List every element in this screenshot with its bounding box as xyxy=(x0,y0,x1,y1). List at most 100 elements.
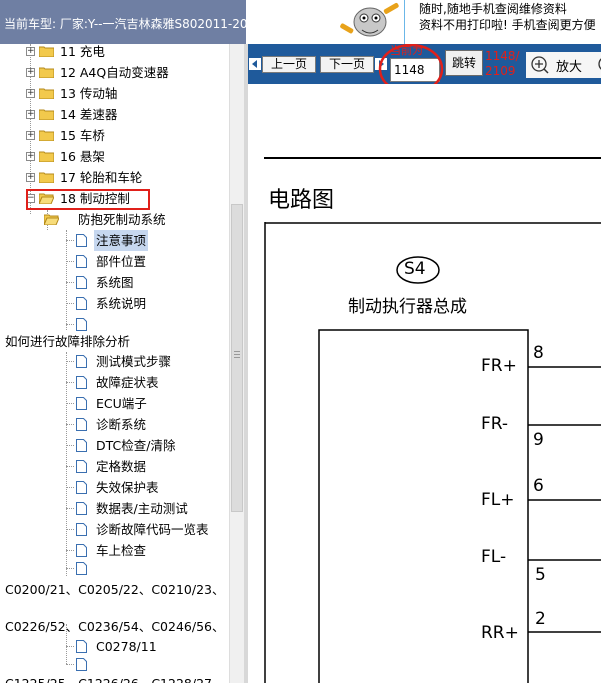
expand-icon[interactable]: + xyxy=(26,131,35,140)
tree-chapter-label: 13 传动轴 xyxy=(60,86,118,101)
pin-number: 2 xyxy=(535,609,546,629)
car-model-info: 当前车型: 厂家:Y--一汽吉林森雅S802011-2014 xyxy=(0,0,246,44)
tree-dtc-group[interactable]: C0226/52、C0236/54、C0246/56、 xyxy=(0,616,229,637)
tree-item-label: 数据表/主动测试 xyxy=(96,501,188,516)
sidebar-scrollbar[interactable] xyxy=(229,44,244,683)
tree-dtc-group[interactable]: C0200/21、C0205/22、C0210/23、 xyxy=(0,579,229,600)
document-icon xyxy=(76,397,87,410)
expand-icon[interactable]: + xyxy=(26,47,35,56)
document-icon xyxy=(76,255,87,268)
tree-item-label-selected: 注意事项 xyxy=(94,230,149,251)
tree-chapter-15[interactable]: + 15 车桥 xyxy=(0,125,229,146)
zoom-in-button[interactable]: 放大 xyxy=(526,52,601,78)
tree-chapter-13[interactable]: + 13 传动轴 xyxy=(0,83,229,104)
tree-item-label: 失效保护表 xyxy=(96,480,159,495)
document-icon xyxy=(76,562,87,575)
page-divider xyxy=(264,157,601,159)
prev-page-button[interactable]: 上一页 xyxy=(262,56,316,73)
tree-item[interactable]: 测试模式步骤 xyxy=(0,351,229,372)
document-icon xyxy=(76,276,87,289)
tree-item-label: 部件位置 xyxy=(96,254,147,269)
zoom-in-icon xyxy=(531,56,549,74)
tree-chapter-label: 14 差速器 xyxy=(60,107,118,122)
tree-item-label: ECU端子 xyxy=(96,396,147,411)
pin-label: FL+ xyxy=(481,490,515,510)
folder-icon xyxy=(39,88,54,99)
document-icon xyxy=(76,658,87,671)
scrollbar-thumb[interactable] xyxy=(231,204,243,512)
section-title: 电路图 xyxy=(268,188,335,213)
tree-item-label: 诊断故障代码一览表 xyxy=(96,522,209,537)
tree-chapter-14[interactable]: + 14 差速器 xyxy=(0,104,229,125)
tree-item-label: 测试模式步骤 xyxy=(96,354,172,369)
document-icon xyxy=(76,297,87,310)
pin-label: RR+ xyxy=(481,623,519,643)
tree-item[interactable]: 诊断故障代码一览表 xyxy=(0,519,229,540)
next-page-button[interactable]: 下一页 xyxy=(320,56,374,73)
tree-item[interactable]: 诊断系统 xyxy=(0,414,229,435)
navigation-tree: + 11 充电 + 12 A4Q自动变速器 + 13 传动轴 + 14 差速器 … xyxy=(0,44,229,683)
document-icon xyxy=(76,481,87,494)
mascot-logo xyxy=(336,0,404,44)
tree-chapter-11[interactable]: + 11 充电 xyxy=(0,44,229,62)
arrow-left-icon[interactable] xyxy=(249,58,261,70)
pin-number: 9 xyxy=(533,430,544,450)
highlight-box xyxy=(26,189,150,210)
promo-line-1: 随时,随地手机查阅维修资料 xyxy=(419,2,567,16)
document-icon xyxy=(76,234,87,247)
tree-item[interactable]: 数据表/主动测试 xyxy=(0,498,229,519)
tree-item[interactable]: ECU端子 xyxy=(0,393,229,414)
document-icon xyxy=(76,418,87,431)
document-icon xyxy=(76,502,87,515)
document-icon xyxy=(76,523,87,536)
pin-label: FR+ xyxy=(481,356,517,376)
expand-icon[interactable]: + xyxy=(26,173,35,182)
tree-heading-label: 如何进行故障排除分析 xyxy=(5,334,131,349)
tree-chapter-17[interactable]: + 17 轮胎和车轮 xyxy=(0,167,229,188)
tree-chapter-label: 11 充电 xyxy=(60,44,105,59)
tree-dtc-label: C0200/21、C0205/22、C0210/23、 xyxy=(5,582,225,597)
tree-item[interactable]: 部件位置 xyxy=(0,251,229,272)
tree-chapter-label: 17 轮胎和车轮 xyxy=(60,170,143,185)
document-icon xyxy=(76,318,87,331)
pin-number: 8 xyxy=(533,343,544,363)
tree-item[interactable]: 失效保护表 xyxy=(0,477,229,498)
document-icon xyxy=(76,355,87,368)
document-icon xyxy=(76,460,87,473)
pin-label: FR- xyxy=(481,414,509,434)
folder-icon xyxy=(39,109,54,120)
tree-item[interactable]: DTC检查/清除 xyxy=(0,435,229,456)
tree-item[interactable] xyxy=(0,558,229,579)
expand-icon[interactable]: + xyxy=(26,89,35,98)
document-icon xyxy=(76,376,87,389)
document-icon xyxy=(76,544,87,557)
folder-icon xyxy=(39,172,54,183)
expand-icon[interactable]: + xyxy=(26,110,35,119)
folder-icon xyxy=(39,130,54,141)
promo-banner[interactable]: 随时,随地手机查阅维修资料 资料不用打印啦! 手机查阅更方便 xyxy=(404,0,601,44)
tree-item-label: 系统图 xyxy=(96,275,134,290)
tree-dtc-group[interactable]: C1225/25、C1226/26、C1228/27 xyxy=(0,673,229,683)
tree-chapter-12[interactable]: + 12 A4Q自动变速器 xyxy=(0,62,229,83)
tree-subfolder-abs[interactable]: 防抱死制动系统 xyxy=(0,209,229,230)
tree-item[interactable]: 定格数据 xyxy=(0,456,229,477)
pin-number: 6 xyxy=(533,476,544,496)
tree-item[interactable]: 系统说明 xyxy=(0,293,229,314)
tree-item[interactable] xyxy=(0,654,229,675)
expand-icon[interactable]: + xyxy=(26,68,35,77)
tree-chapter-18[interactable]: − 18 制动控制 xyxy=(0,188,229,210)
tree-item-label: 故障症状表 xyxy=(96,375,159,390)
folder-icon xyxy=(39,151,54,162)
zoom-out-icon[interactable] xyxy=(597,55,601,75)
connector-id: S4 xyxy=(404,259,426,279)
folder-icon xyxy=(39,67,54,78)
expand-icon[interactable]: + xyxy=(26,152,35,161)
tree-item[interactable]: 系统图 xyxy=(0,272,229,293)
tree-item[interactable]: 故障症状表 xyxy=(0,372,229,393)
tree-dtc-label: C0226/52、C0236/54、C0246/56、 xyxy=(5,619,225,634)
tree-item[interactable]: 注意事项 xyxy=(0,230,229,251)
tree-heading[interactable]: 如何进行故障排除分析 xyxy=(0,331,229,352)
tree-chapter-16[interactable]: + 16 悬架 xyxy=(0,146,229,167)
open-folder-icon xyxy=(44,214,59,225)
car-model-label: 当前车型: xyxy=(4,17,57,31)
